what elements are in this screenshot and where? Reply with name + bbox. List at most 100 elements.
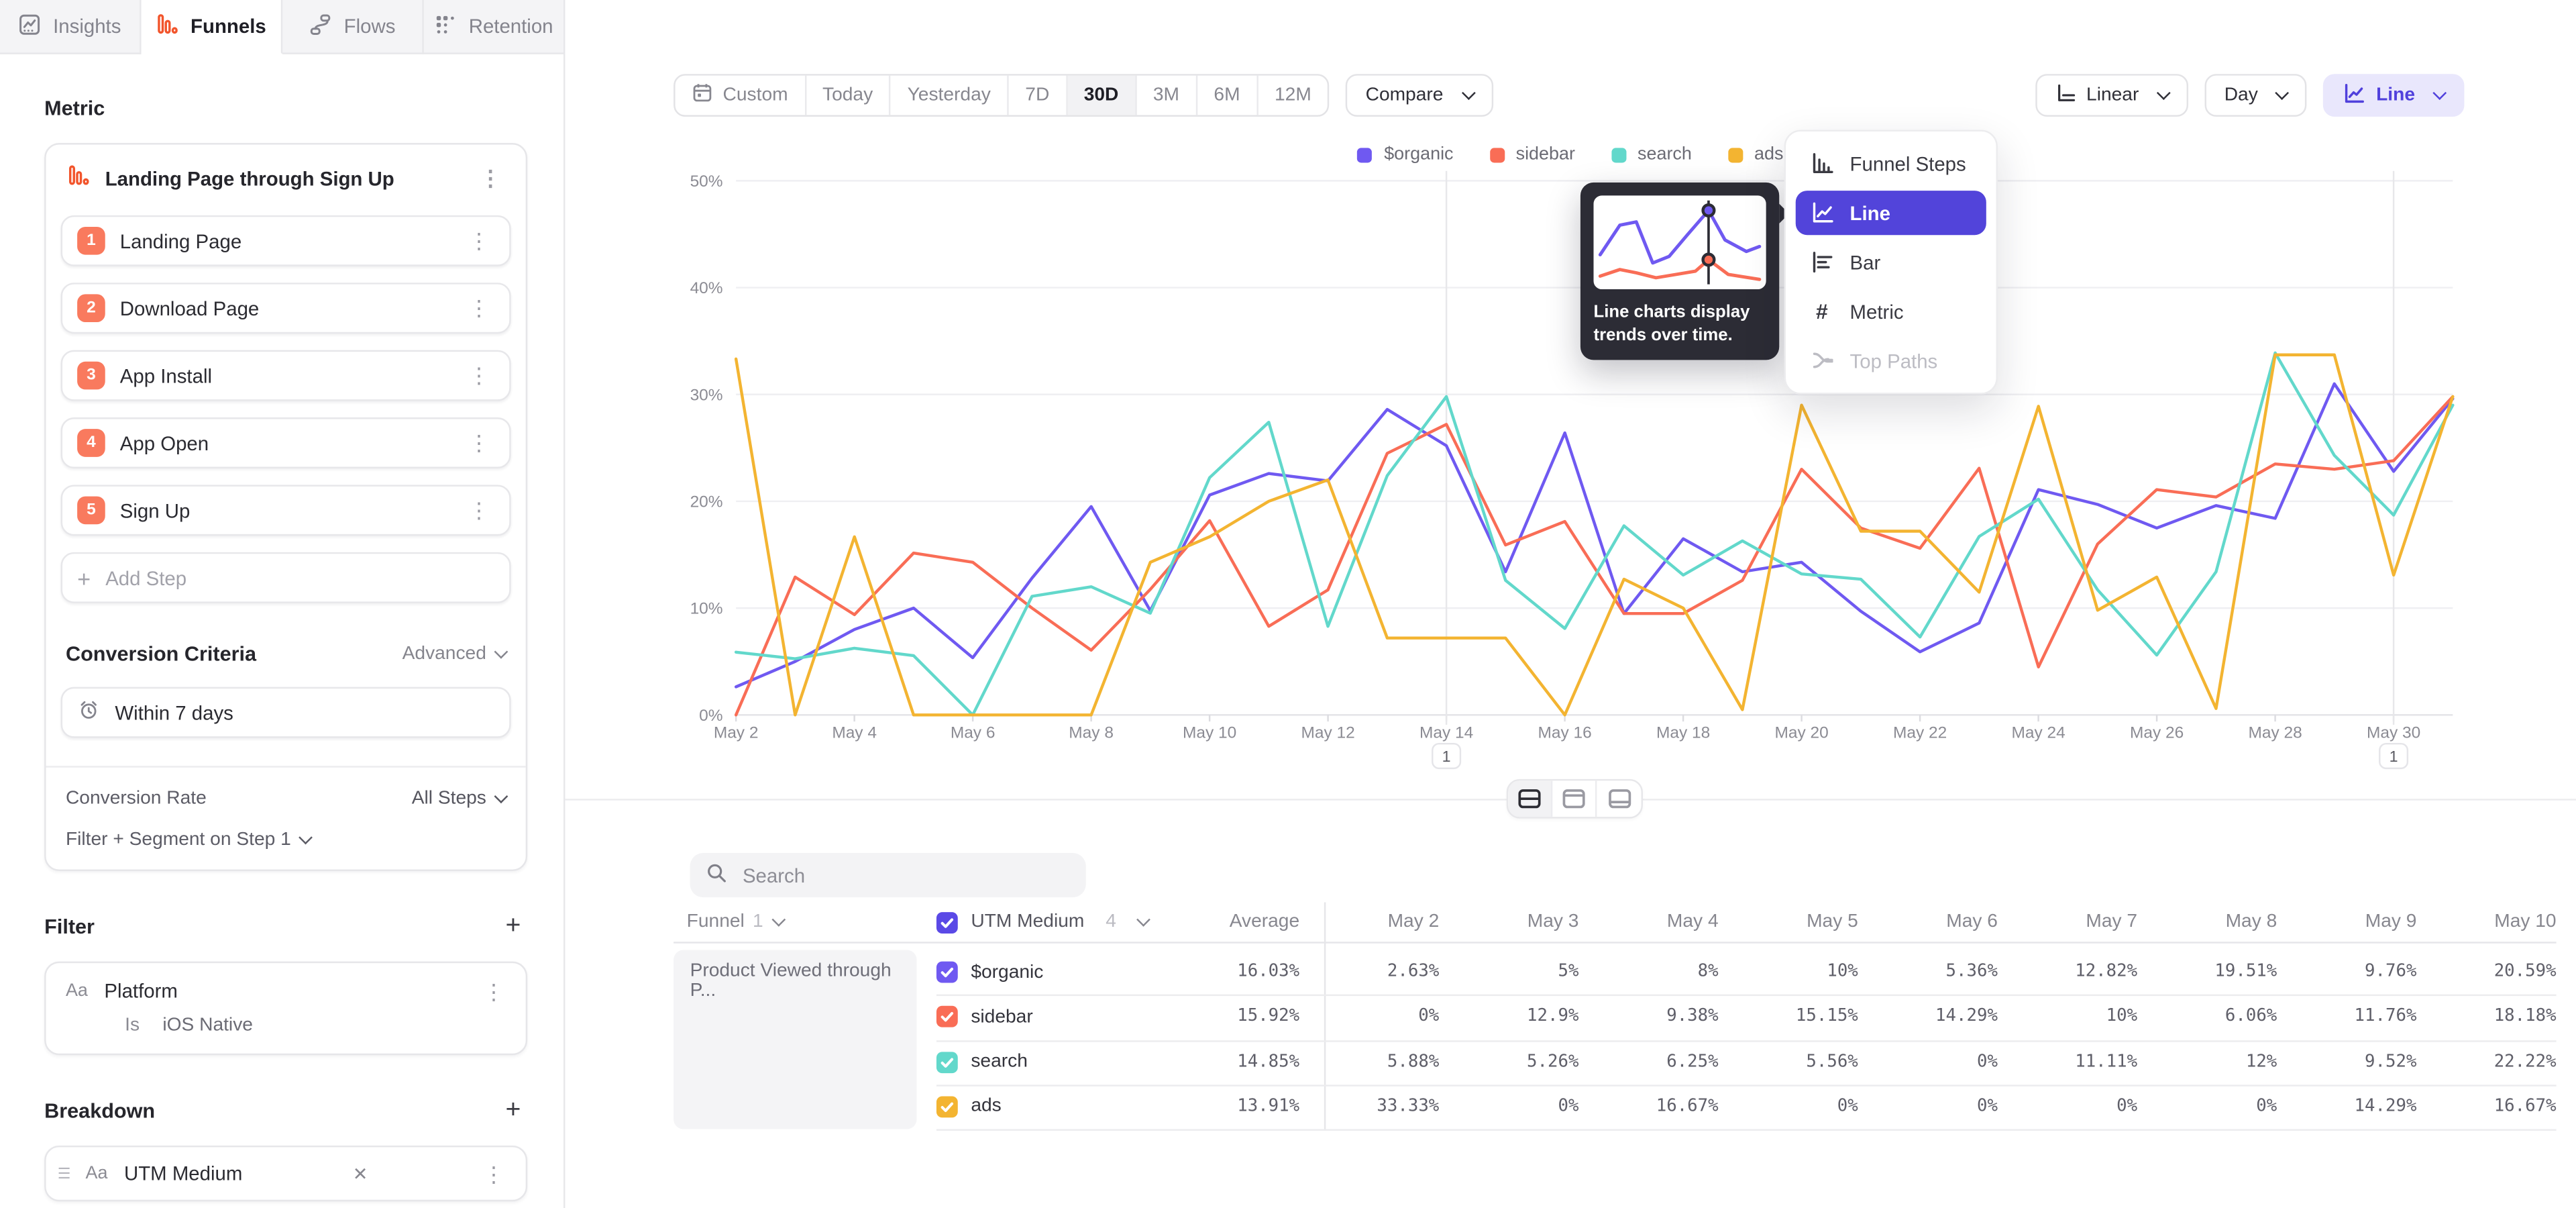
row-checkbox-organic[interactable] — [936, 962, 958, 983]
value-cell: 0% — [1858, 1040, 1998, 1084]
value-cell: 8% — [1578, 950, 1718, 995]
kebab-icon[interactable]: ⋮ — [464, 499, 495, 521]
add-breakdown-button[interactable]: + — [499, 1098, 527, 1124]
tab-retention[interactable]: Retention — [424, 0, 564, 54]
legend-ads[interactable]: ads — [1728, 145, 1784, 164]
table-view-toggle[interactable] — [1597, 781, 1641, 817]
value-cell: 11.76% — [2277, 995, 2416, 1039]
filter-condition[interactable]: Is iOS Native — [66, 1003, 509, 1036]
scale-dropdown[interactable]: Linear — [2035, 74, 2188, 117]
range-30d[interactable]: 30D — [1067, 76, 1136, 115]
chevron-down-icon — [2275, 86, 2290, 100]
string-type-icon: Aa — [86, 1164, 108, 1183]
column-header-may-10: May 10 — [2416, 902, 2556, 942]
remove-breakdown-button[interactable]: ✕ — [346, 1163, 374, 1185]
advanced-dropdown[interactable]: Advanced — [402, 644, 506, 664]
table-row-search[interactable]: search — [936, 1040, 1028, 1084]
legend-swatch — [1489, 147, 1504, 162]
row-group-cell[interactable]: Product Viewed through P... — [674, 950, 916, 1129]
funnel-steps: 1Landing Page⋮2Download Page⋮3App Instal… — [61, 215, 511, 536]
tab-funnels-label: Funnels — [191, 15, 266, 38]
range-custom[interactable]: Custom — [676, 76, 806, 115]
legend-sidebar[interactable]: sidebar — [1489, 145, 1575, 164]
step-label: Landing Page — [120, 230, 449, 252]
filter-section-head: Filter + — [44, 914, 527, 940]
legend-search[interactable]: search — [1611, 145, 1692, 164]
tab-funnels[interactable]: Funnels — [142, 0, 283, 54]
layout-toggle-group — [1507, 779, 1643, 819]
sidebar: Insights Funnels Flows Retention Metric … — [0, 0, 565, 1208]
table-row-sidebar[interactable]: sidebar — [936, 995, 1033, 1039]
kebab-icon[interactable]: ⋮ — [478, 1163, 510, 1185]
series-line-organic — [736, 384, 2453, 687]
funnel-step-app-open[interactable]: 4App Open⋮ — [61, 417, 511, 468]
range-today[interactable]: Today — [806, 76, 892, 115]
table-row-organic[interactable]: $organic — [936, 950, 1043, 995]
range-12m[interactable]: 12M — [1258, 76, 1328, 115]
search-input[interactable] — [739, 862, 1069, 888]
funnel-step-sign-up[interactable]: 5Sign Up⋮ — [61, 485, 511, 536]
menu-item-bar[interactable]: Bar — [1796, 240, 1986, 285]
kebab-icon[interactable]: ⋮ — [478, 980, 510, 1002]
search-icon — [706, 860, 726, 890]
add-filter-button[interactable]: + — [499, 914, 527, 940]
y-tick-label: 0% — [699, 707, 722, 725]
step-number-badge: 2 — [77, 294, 105, 322]
legend-organic[interactable]: $organic — [1358, 145, 1454, 164]
value-cell: 13.91% — [1160, 1085, 1299, 1129]
value-cell: 20.59% — [2416, 950, 2556, 995]
range-6m[interactable]: 6M — [1197, 76, 1258, 115]
funnel-step-landing-page[interactable]: 1Landing Page⋮ — [61, 215, 511, 266]
menu-item-line[interactable]: Line — [1796, 191, 1986, 235]
funnel-column-dropdown[interactable]: Funnel1 — [687, 902, 783, 942]
x-tick-label: May 22 — [1893, 724, 1947, 742]
legend-label: sidebar — [1516, 145, 1575, 164]
menu-item-funnel-steps[interactable]: Funnel Steps — [1796, 142, 1986, 186]
tab-insights[interactable]: Insights — [0, 0, 142, 54]
row-checkbox-sidebar[interactable] — [936, 1007, 958, 1028]
value-cell: 5.88% — [1299, 1040, 1439, 1084]
value-cell: 5.26% — [1439, 1040, 1578, 1084]
funnel-step-app-install[interactable]: 3App Install⋮ — [61, 350, 511, 401]
filter-property-row[interactable]: Aa Platform ⋮ — [66, 980, 509, 1003]
split-view-toggle[interactable] — [1508, 781, 1552, 817]
all-steps-dropdown[interactable]: All Steps — [412, 789, 506, 809]
value-cell: 0% — [1719, 1085, 1858, 1129]
y-tick-label: 40% — [690, 279, 723, 297]
range-3m[interactable]: 3M — [1136, 76, 1197, 115]
legend-label: search — [1638, 145, 1692, 164]
granularity-dropdown[interactable]: Day — [2204, 74, 2307, 117]
row-checkbox-search[interactable] — [936, 1051, 958, 1072]
filter-segment-dropdown[interactable]: Filter + Segment on Step 1 — [61, 830, 511, 850]
kebab-icon[interactable]: ⋮ — [464, 432, 495, 454]
funnels-icon — [156, 12, 179, 40]
kebab-icon[interactable]: ⋮ — [464, 297, 495, 319]
range-yesterday[interactable]: Yesterday — [891, 76, 1009, 115]
tab-insights-label: Insights — [53, 15, 121, 38]
add-step-button[interactable]: + Add Step — [61, 552, 511, 603]
value-cell: 6.25% — [1578, 1040, 1718, 1084]
kebab-icon[interactable]: ⋮ — [464, 365, 495, 387]
kebab-icon[interactable]: ⋮ — [475, 168, 506, 189]
tab-flows[interactable]: Flows — [282, 0, 424, 54]
conversion-window-button[interactable]: Within 7 days — [61, 687, 511, 738]
compare-button[interactable]: Compare — [1346, 74, 1493, 117]
kebab-icon[interactable]: ⋮ — [464, 230, 495, 252]
menu-item-metric[interactable]: #Metric — [1796, 289, 1986, 334]
funnel-step-download-page[interactable]: 2Download Page⋮ — [61, 283, 511, 334]
value-cell: 16.67% — [1578, 1085, 1718, 1129]
row-checkbox-ads[interactable] — [936, 1096, 958, 1117]
funnel-metric-header[interactable]: Landing Page through Sign Up ⋮ — [61, 161, 511, 199]
table-row-ads[interactable]: ads — [936, 1085, 1002, 1129]
column-header-may-5: May 5 — [1719, 902, 1858, 942]
value-cell: 12.82% — [1998, 950, 2137, 995]
chart-type-dropdown[interactable]: Line — [2324, 74, 2465, 117]
range-7d[interactable]: 7D — [1009, 76, 1067, 115]
chevron-down-icon — [1137, 913, 1151, 927]
select-all-checkbox[interactable] — [936, 911, 958, 933]
header-border — [674, 942, 2557, 943]
chart-view-toggle[interactable] — [1552, 781, 1597, 817]
filter-card: Aa Platform ⋮ Is iOS Native — [44, 962, 527, 1056]
breakdown-column-dropdown[interactable]: UTM Medium4 — [936, 902, 1149, 942]
drag-handle-icon[interactable]: ☰ — [58, 1166, 69, 1181]
